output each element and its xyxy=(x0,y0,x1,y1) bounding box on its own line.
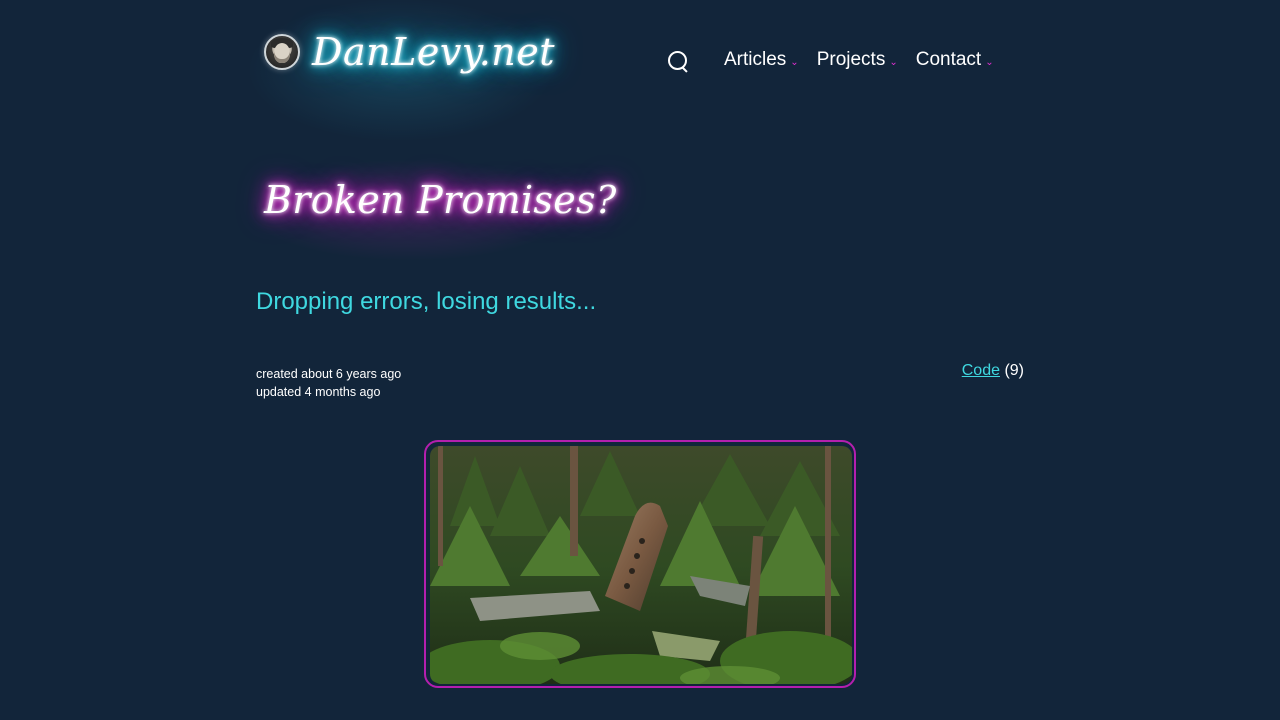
post-dates: created about 6 years ago updated 4 mont… xyxy=(256,365,401,401)
nav-item-label: Projects xyxy=(816,49,886,70)
created-date: created about 6 years ago xyxy=(256,367,402,381)
avatar-face xyxy=(274,43,290,63)
chevron-down-icon: ⌄ xyxy=(790,57,799,68)
search-icon-handle xyxy=(681,66,688,73)
post-subtitle: Dropping errors, losing results... xyxy=(256,288,597,315)
post-tags: Code (9) xyxy=(962,362,1024,380)
nav-item-label: Articles xyxy=(724,49,787,70)
hero-image xyxy=(430,446,852,684)
nav-item-label: Contact xyxy=(915,49,982,70)
site-brand-name[interactable]: DanLevy.net xyxy=(312,30,555,74)
main-nav: Articles ⌄ Projects ⌄ Contact ⌄ xyxy=(666,48,1012,73)
chevron-down-icon: ⌄ xyxy=(889,57,898,68)
avatar xyxy=(264,34,300,70)
hero-image-frame xyxy=(424,440,856,688)
nav-item-contact[interactable]: Contact ⌄ xyxy=(916,49,994,71)
updated-date: updated 4 months ago xyxy=(256,385,381,399)
tag-link-code[interactable]: Code xyxy=(962,362,1000,379)
site-brand-link[interactable]: DanLevy.net xyxy=(264,30,555,74)
page-title: Broken Promises? xyxy=(264,178,617,222)
chevron-down-icon: ⌄ xyxy=(985,57,994,68)
page: DanLevy.net Articles ⌄ Projects ⌄ Contac… xyxy=(0,0,1280,720)
search-icon[interactable] xyxy=(666,48,690,73)
tag-count: (9) xyxy=(1004,362,1024,379)
nav-item-articles[interactable]: Articles ⌄ xyxy=(724,49,799,71)
nav-item-projects[interactable]: Projects ⌄ xyxy=(817,49,898,71)
